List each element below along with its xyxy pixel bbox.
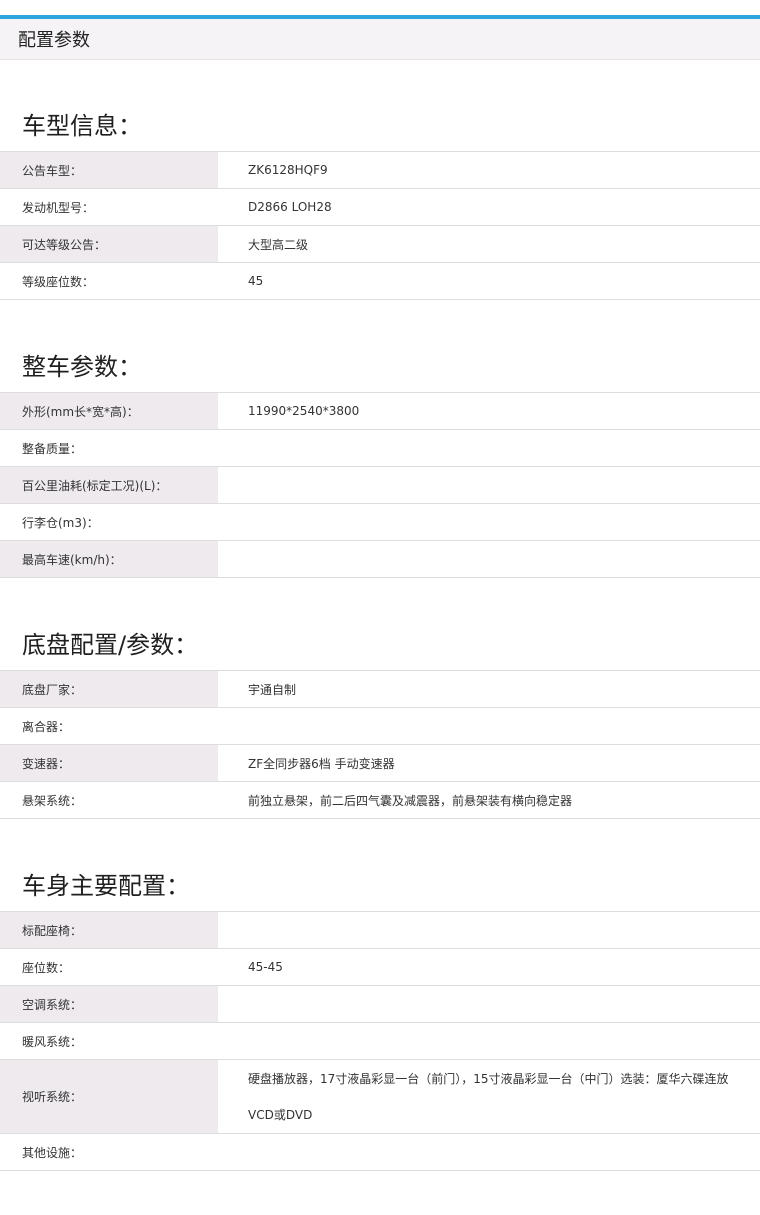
param-value: [218, 1023, 760, 1059]
param-value: 大型高二级: [248, 237, 309, 252]
config-content: 车型信息： 公告车型： ZK6128HQF9 发动机型号： D2866 LOH28 可达等…: [0, 60, 760, 1171]
param-row: 外形(mm长*宽*高)： 11990*2540*3800: [0, 393, 760, 430]
param-value: D2866 LOH28: [248, 200, 332, 214]
param-row: 行李仓(m3)：: [0, 504, 760, 541]
param-table: 公告车型： ZK6128HQF9 发动机型号： D2866 LOH28 可达等级公告： 大…: [0, 151, 760, 300]
param-row: 整备质量：: [0, 430, 760, 467]
param-row: 座位数： 45-45: [0, 949, 760, 986]
section-title: 整车参数：: [22, 353, 142, 381]
param-label: 整备质量：: [22, 441, 83, 456]
config-header: 配置参数: [0, 19, 760, 60]
param-row: 可达等级公告： 大型高二级: [0, 226, 760, 263]
param-label: 公告车型：: [0, 152, 218, 188]
param-label: 离合器：: [22, 719, 71, 734]
param-row: 标配座椅：: [0, 912, 760, 949]
param-row: 百公里油耗(标定工况)(L)：: [0, 467, 760, 504]
param-label: 发动机型号：: [22, 200, 95, 215]
section-title: 车型信息：: [22, 112, 142, 140]
param-table: 外形(mm长*宽*高)： 11990*2540*3800 整备质量： 百公里油耗(标定…: [0, 392, 760, 578]
config-section: 车身主要配置： 标配座椅： 座位数： 45-45 空调系统： 暖风系统： 视听系统： 硬盘播放…: [0, 868, 760, 1171]
param-label: 其他设施：: [22, 1145, 83, 1160]
param-row: 发动机型号： D2866 LOH28: [0, 189, 760, 226]
param-value: [218, 467, 760, 503]
param-value: 11990*2540*3800: [248, 404, 360, 418]
param-table: 底盘厂家： 宇通自制离合器： 变速器： ZF全同步器6档 手动变速器悬架系统： 前独立悬…: [0, 670, 760, 819]
param-label: 等级座位数：: [22, 274, 95, 289]
param-label: 最高车速(km/h)：: [0, 541, 218, 577]
param-value: ZF全同步器6档 手动变速器: [248, 756, 395, 771]
page-title: 配置参数: [18, 30, 90, 51]
config-section: 整车参数： 外形(mm长*宽*高)： 11990*2540*3800 整备质量： 百公里…: [0, 349, 760, 578]
param-label: 座位数：: [22, 960, 71, 975]
section-title: 底盘配置/参数：: [22, 631, 199, 659]
param-label: 外形(mm长*宽*高)：: [0, 393, 218, 429]
param-value: 宇通自制: [248, 682, 297, 697]
param-value: [218, 1134, 760, 1170]
param-table: 标配座椅： 座位数： 45-45 空调系统： 暖风系统： 视听系统： 硬盘播放器，17寸液晶…: [0, 911, 760, 1171]
param-label: 视听系统：: [0, 1060, 218, 1133]
param-row: 空调系统：: [0, 986, 760, 1023]
param-row: 暖风系统：: [0, 1023, 760, 1060]
param-value: [218, 430, 760, 466]
param-row: 最高车速(km/h)：: [0, 541, 760, 578]
section-title: 车身主要配置：: [22, 872, 190, 900]
param-row: 等级座位数： 45: [0, 263, 760, 300]
param-row: 底盘厂家： 宇通自制: [0, 671, 760, 708]
param-value: [218, 504, 760, 540]
param-value: [218, 986, 760, 1022]
param-label: 可达等级公告：: [0, 226, 218, 262]
param-value: 硬盘播放器，17寸液晶彩显一台（前门），15寸液晶彩显一台（中门）选装：厦华六碟…: [248, 1071, 729, 1122]
param-value: [218, 541, 760, 577]
param-label: 行李仓(m3)：: [22, 515, 99, 530]
param-row: 变速器： ZF全同步器6档 手动变速器: [0, 745, 760, 782]
param-value: [218, 912, 760, 948]
param-value: ZK6128HQF9: [248, 163, 328, 177]
param-label: 悬架系统：: [22, 793, 83, 808]
param-value: 45: [248, 274, 264, 288]
param-value: 前独立悬架，前二后四气囊及减震器，前悬架装有横向稳定器: [248, 793, 573, 808]
param-label: 百公里油耗(标定工况)(L)：: [0, 467, 218, 503]
param-row: 视听系统： 硬盘播放器，17寸液晶彩显一台（前门），15寸液晶彩显一台（中门）选装…: [0, 1060, 760, 1134]
param-row: 离合器：: [0, 708, 760, 745]
param-value: 45-45: [248, 960, 283, 974]
config-section: 底盘配置/参数： 底盘厂家： 宇通自制离合器： 变速器： ZF全同步器6档 手动变速器悬…: [0, 627, 760, 819]
config-section: 车型信息： 公告车型： ZK6128HQF9 发动机型号： D2866 LOH28 可达等…: [0, 108, 760, 300]
param-label: 标配座椅：: [0, 912, 218, 948]
param-row: 公告车型： ZK6128HQF9: [0, 152, 760, 189]
param-label: 空调系统：: [0, 986, 218, 1022]
param-label: 暖风系统：: [22, 1034, 83, 1049]
param-label: 变速器：: [0, 745, 218, 781]
param-row: 其他设施：: [0, 1134, 760, 1171]
param-row: 悬架系统： 前独立悬架，前二后四气囊及减震器，前悬架装有横向稳定器: [0, 782, 760, 819]
param-label: 底盘厂家：: [0, 671, 218, 707]
param-value: [218, 708, 760, 744]
